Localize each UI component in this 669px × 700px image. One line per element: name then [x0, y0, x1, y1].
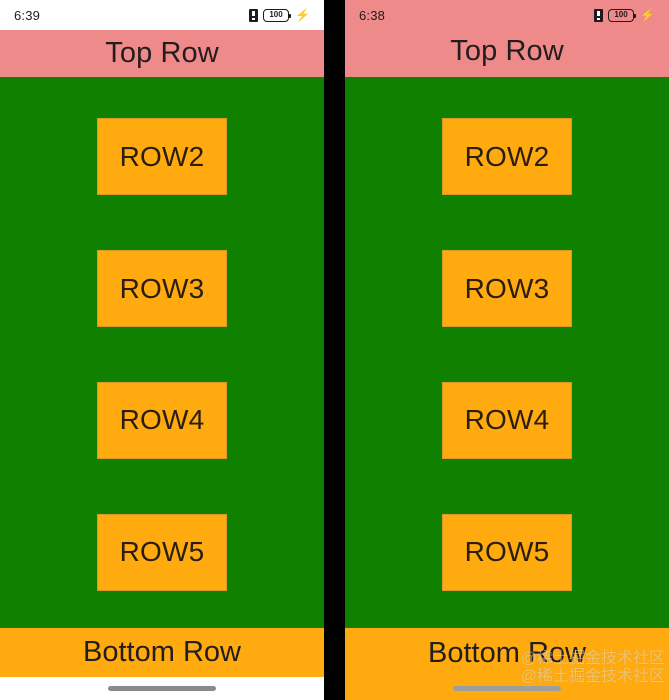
- screenshot-stage: 6:39 100 ⚡ Top Row ROW2 ROW3 ROW4 ROW5 B…: [0, 0, 669, 700]
- status-bar: 6:38 100 ⚡: [345, 0, 669, 30]
- row-button-4[interactable]: ROW4: [97, 381, 227, 459]
- battery-level-label: 100: [269, 10, 283, 19]
- row-button-label: ROW5: [119, 536, 205, 568]
- status-icon-group: 100 ⚡: [594, 8, 655, 22]
- row-button-5[interactable]: ROW5: [442, 513, 572, 591]
- status-time: 6:38: [359, 7, 386, 23]
- row-button-label: ROW3: [119, 272, 205, 304]
- bottom-row-bar[interactable]: Bottom Row: [0, 628, 324, 677]
- row-button-label: ROW4: [464, 404, 550, 436]
- bottom-row-label: Bottom Row: [428, 636, 586, 669]
- row-button-label: ROW3: [464, 272, 550, 304]
- sim-card-icon: [594, 8, 604, 22]
- navigation-bar: [0, 677, 324, 700]
- battery-level-label: 100: [614, 10, 628, 19]
- row-button-4[interactable]: ROW4: [442, 381, 572, 459]
- home-gesture-pill[interactable]: [108, 686, 216, 691]
- content-area: ROW2 ROW3 ROW4 ROW5: [345, 77, 669, 628]
- lightning-bolt-icon: ⚡: [295, 8, 310, 22]
- status-icon-group: 100 ⚡: [249, 8, 310, 22]
- top-row-label: Top Row: [450, 35, 564, 67]
- row-button-5[interactable]: ROW5: [97, 513, 227, 591]
- sim-card-icon: [249, 8, 259, 22]
- row-button-label: ROW4: [119, 404, 205, 436]
- row-button-label: ROW2: [464, 140, 550, 172]
- battery-icon: 100: [263, 8, 292, 22]
- lightning-bolt-icon: ⚡: [640, 8, 655, 22]
- status-bar: 6:39 100 ⚡: [0, 0, 324, 30]
- top-row-label: Top Row: [105, 37, 219, 69]
- row-button-2[interactable]: ROW2: [97, 118, 227, 196]
- phone-panel-right: Top Row 6:38 100 ⚡ ROW2 ROW3 ROW4 ROW5 B…: [345, 0, 669, 700]
- home-gesture-pill[interactable]: [453, 686, 561, 691]
- row-button-label: ROW2: [119, 140, 205, 172]
- bottom-row-label: Bottom Row: [83, 636, 241, 668]
- row-button-label: ROW5: [464, 536, 550, 568]
- top-row-bar[interactable]: Top Row: [0, 30, 324, 77]
- status-time: 6:39: [14, 7, 41, 23]
- navigation-bar: [345, 677, 669, 700]
- phone-panel-left: 6:39 100 ⚡ Top Row ROW2 ROW3 ROW4 ROW5 B…: [0, 0, 324, 700]
- battery-icon: 100: [608, 8, 637, 22]
- row-button-2[interactable]: ROW2: [442, 118, 572, 196]
- row-button-3[interactable]: ROW3: [97, 250, 227, 328]
- content-area: ROW2 ROW3 ROW4 ROW5: [0, 77, 324, 628]
- row-button-3[interactable]: ROW3: [442, 250, 572, 328]
